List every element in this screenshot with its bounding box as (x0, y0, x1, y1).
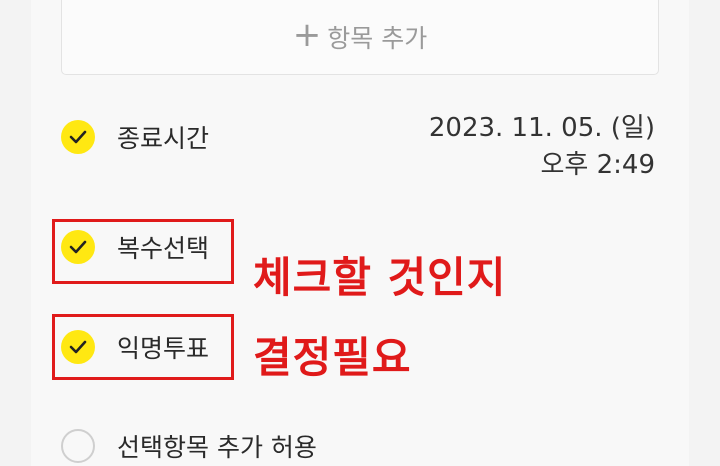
add-item-button[interactable]: + 항목 추가 (61, 0, 659, 75)
end-time-label: 종료시간 (117, 124, 210, 153)
annotation-note-line1: 체크할 것인지 (253, 253, 507, 302)
end-time-value[interactable]: 2023. 11. 05. (일) 오후 2:49 (429, 110, 655, 184)
annotation-note-line2: 결정필요 (253, 333, 412, 382)
allow-add-option[interactable]: 선택항목 추가 허용 (61, 428, 317, 464)
annotation-box-anonymous (52, 314, 234, 380)
end-time-time: 오후 2:49 (540, 150, 656, 180)
end-time-option[interactable]: 종료시간 (61, 119, 209, 155)
plus-icon: + (292, 15, 322, 55)
unchecked-circle-icon[interactable] (61, 429, 95, 463)
add-item-label: 항목 추가 (327, 24, 428, 53)
end-time-date: 2023. 11. 05. (일) (428, 113, 655, 143)
allow-add-label: 선택항목 추가 허용 (117, 433, 317, 462)
annotation-box-multi-select (52, 219, 234, 284)
check-icon[interactable] (61, 120, 95, 154)
